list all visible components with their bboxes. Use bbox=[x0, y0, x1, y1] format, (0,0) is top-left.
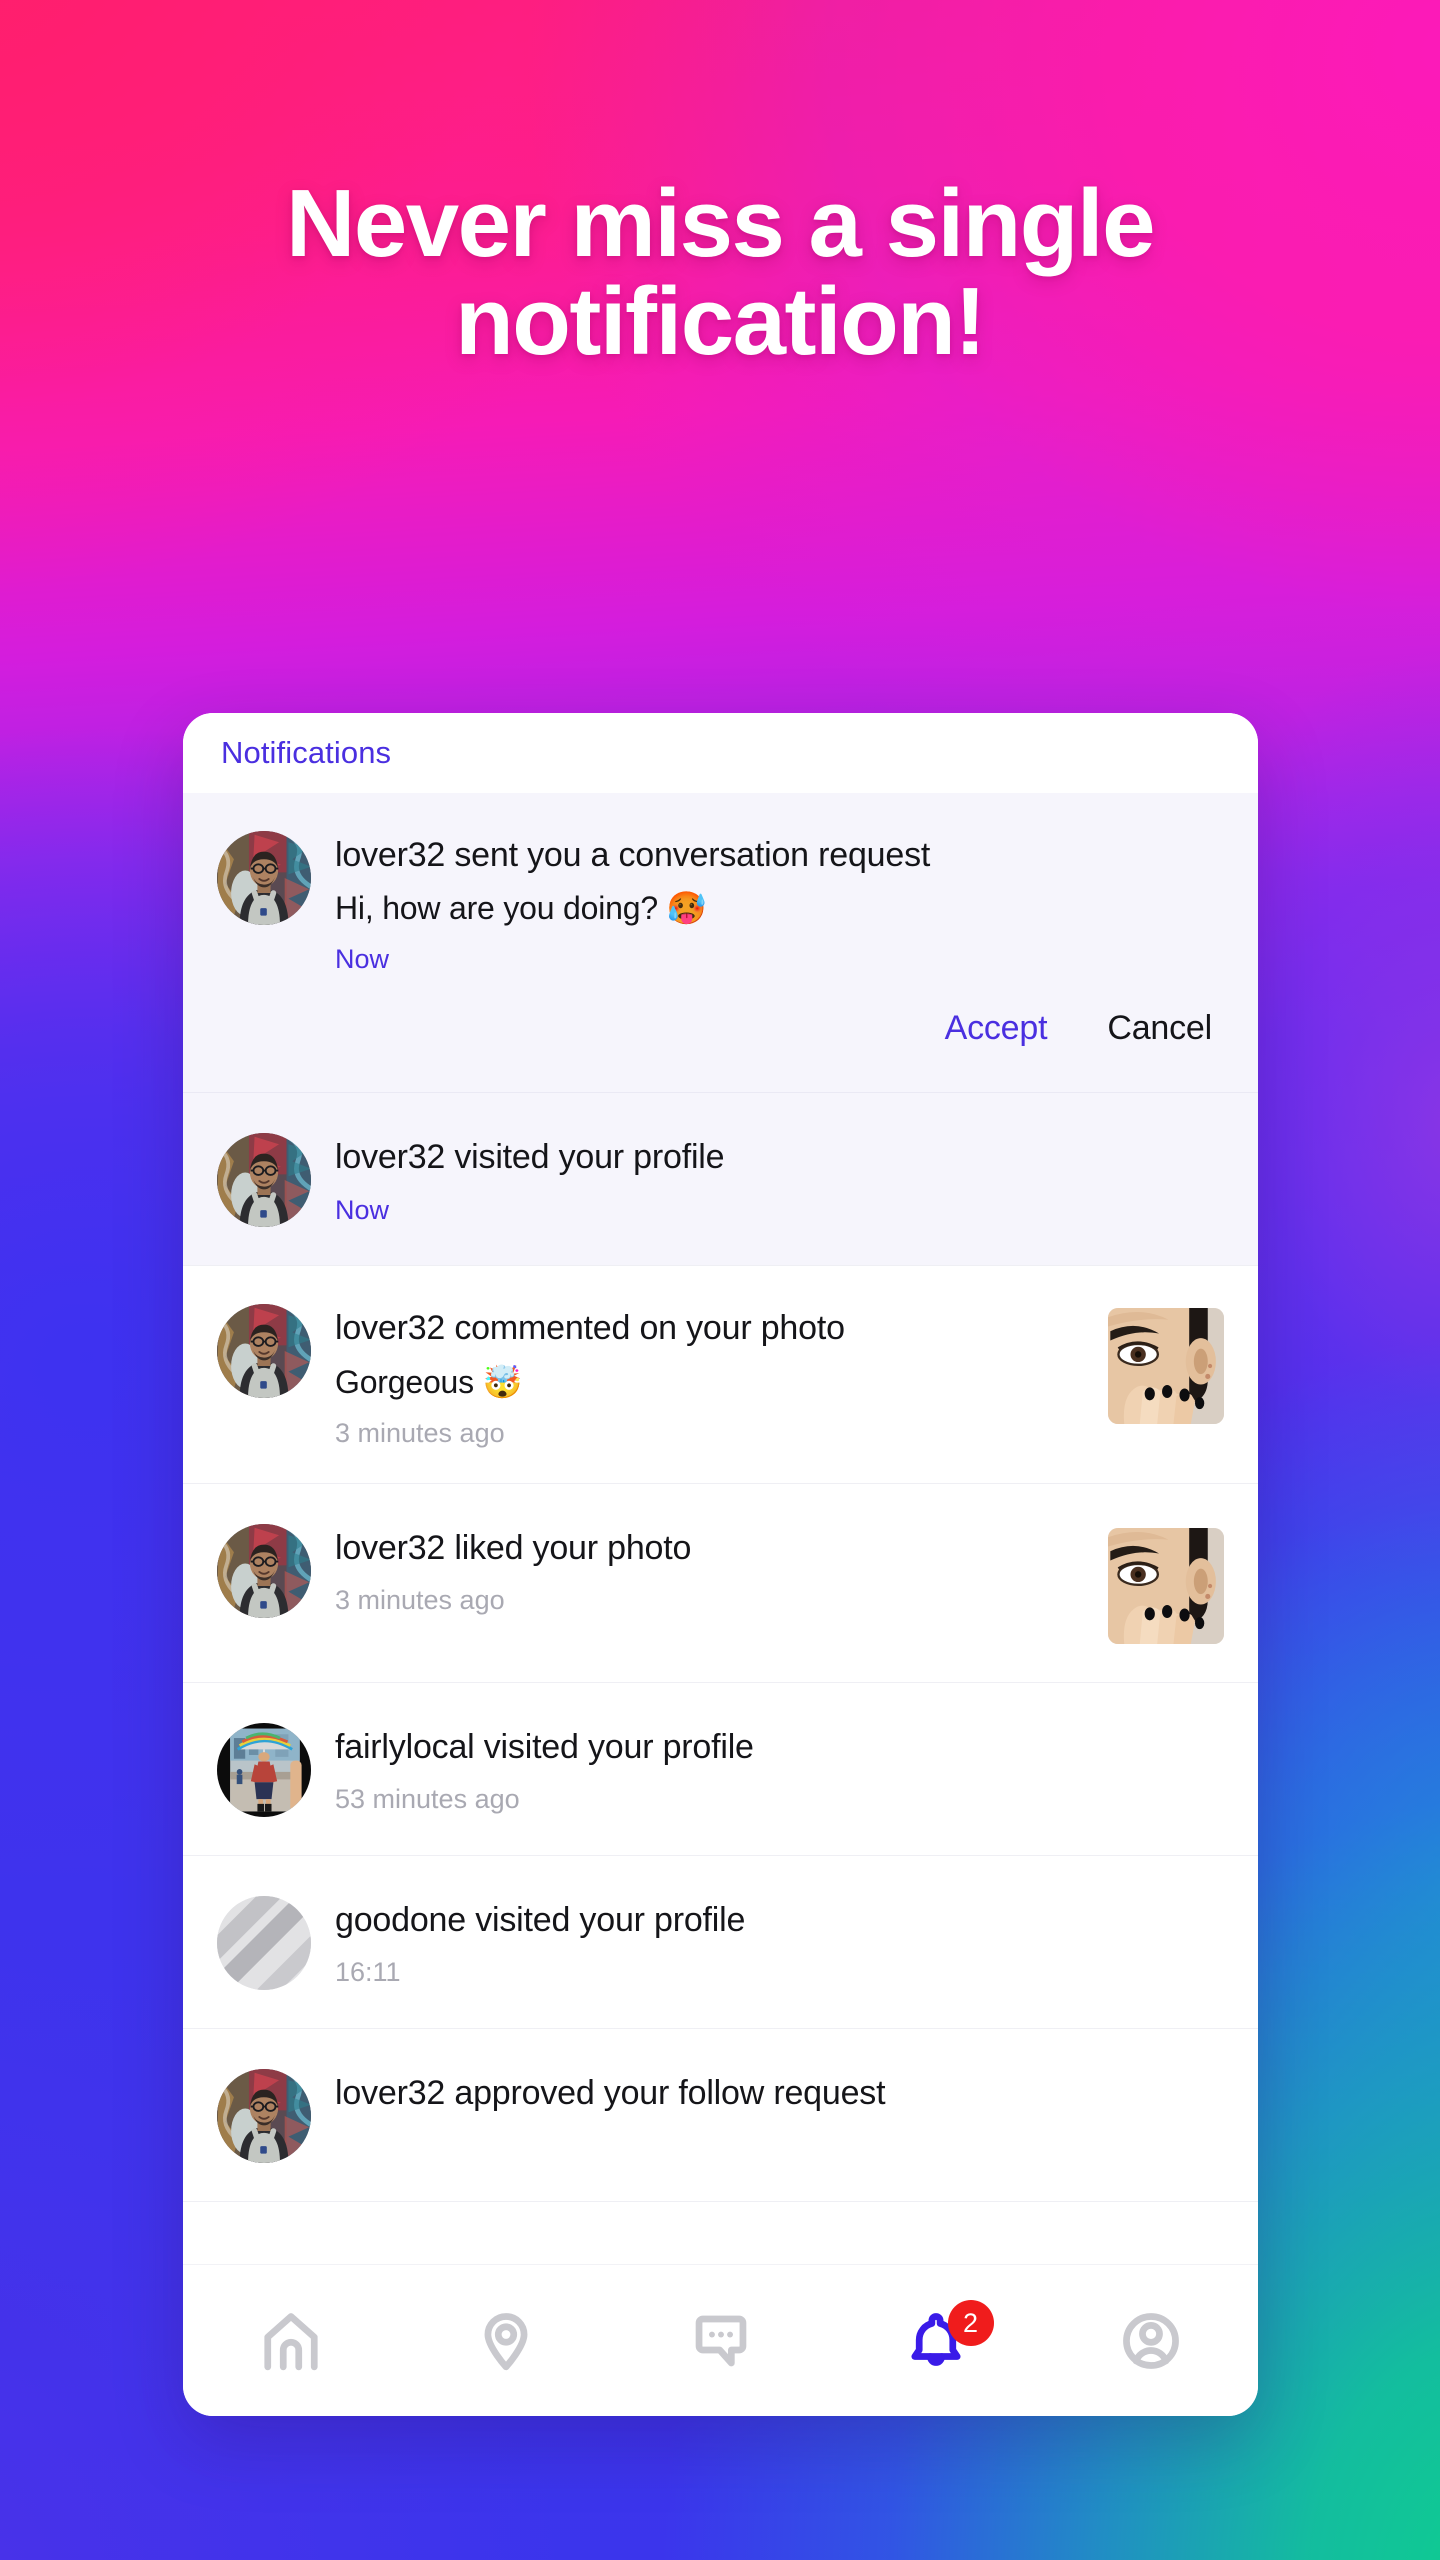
notification-row[interactable]: lover32 commented on your photo Gorgeous … bbox=[183, 1266, 1258, 1484]
notification-row[interactable]: lover32 sent you a conversation request H… bbox=[183, 793, 1258, 1010]
nav-item-home[interactable] bbox=[183, 2265, 398, 2416]
notification-list[interactable]: lover32 sent you a conversation request H… bbox=[183, 793, 1258, 2264]
notification-body: lover32 commented on your photo Gorgeous … bbox=[335, 1302, 1088, 1448]
notification-body: lover32 sent you a conversation request H… bbox=[335, 829, 1224, 975]
nav-item-nearby[interactable] bbox=[398, 2265, 613, 2416]
notification-item[interactable]: lover32 commented on your photo Gorgeous … bbox=[183, 1266, 1258, 1484]
notification-item[interactable]: lover32 approved your follow request bbox=[183, 2028, 1258, 2202]
request-actions: Accept Cancel bbox=[183, 1003, 1258, 1092]
avatar[interactable] bbox=[217, 1133, 311, 1228]
nav-item-notifications[interactable]: 2 bbox=[828, 2265, 1043, 2416]
notifications-card: Notifications lover32 sent you a convers… bbox=[183, 713, 1258, 2416]
notification-item[interactable]: lover32 visited your profile Now bbox=[183, 1093, 1258, 1267]
notification-body: lover32 visited your profile Now bbox=[335, 1131, 1224, 1225]
notification-body: goodone visited your profile 16:11 bbox=[335, 1894, 1224, 1988]
card-header-title: Notifications bbox=[221, 735, 392, 770]
notification-item[interactable]: lover32 liked your photo 3 minutes ago bbox=[183, 1483, 1258, 1683]
accept-button[interactable]: Accept bbox=[943, 1003, 1050, 1054]
notification-body: lover32 liked your photo 3 minutes ago bbox=[335, 1522, 1088, 1616]
avatar[interactable] bbox=[217, 831, 311, 925]
nav-item-profile[interactable] bbox=[1043, 2265, 1258, 2416]
notification-timestamp: 3 minutes ago bbox=[335, 1417, 505, 1448]
notification-title: lover32 approved your follow request bbox=[335, 2073, 886, 2112]
location-pin-icon bbox=[475, 2310, 537, 2372]
notification-row[interactable]: fairlylocal visited your profile 53 minut… bbox=[183, 1682, 1258, 1856]
notification-row[interactable]: goodone visited your profile 16:11 bbox=[183, 1855, 1258, 2029]
notification-row[interactable]: lover32 approved your follow request bbox=[183, 2028, 1258, 2202]
avatar[interactable] bbox=[217, 1523, 311, 1618]
notification-body: fairlylocal visited your profile 53 minut… bbox=[335, 1721, 1224, 1815]
home-icon bbox=[260, 2310, 322, 2372]
cancel-button[interactable]: Cancel bbox=[1105, 1003, 1214, 1054]
chat-bubble-icon bbox=[690, 2310, 752, 2372]
notification-timestamp: 3 minutes ago bbox=[335, 1585, 505, 1616]
notification-item[interactable]: lover32 sent you a conversation request H… bbox=[183, 793, 1258, 1094]
notification-title: lover32 visited your profile bbox=[335, 1138, 725, 1177]
notification-title: lover32 commented on your photo bbox=[335, 1309, 845, 1348]
page-title: Never miss a single notification! bbox=[286, 170, 1155, 375]
notification-subtitle: Gorgeous 🤯 bbox=[335, 1363, 523, 1400]
avatar[interactable] bbox=[217, 1895, 311, 1990]
notification-timestamp: 53 minutes ago bbox=[335, 1784, 520, 1815]
notification-title: lover32 sent you a conversation request bbox=[335, 836, 931, 874]
card-header: Notifications bbox=[183, 713, 1258, 793]
notification-title: fairlylocal visited your profile bbox=[335, 1727, 754, 1766]
notification-item[interactable]: goodone visited your profile 16:11 bbox=[183, 1855, 1258, 2029]
user-circle-icon bbox=[1120, 2310, 1182, 2372]
notification-thumbnail[interactable] bbox=[1108, 1527, 1224, 1644]
notification-item[interactable]: fairlylocal visited your profile 53 minut… bbox=[183, 1682, 1258, 1856]
notification-title: lover32 liked your photo bbox=[335, 1528, 692, 1567]
nav-item-messages[interactable] bbox=[613, 2265, 828, 2416]
avatar[interactable] bbox=[217, 1304, 311, 1399]
notification-thumbnail[interactable] bbox=[1108, 1308, 1224, 1425]
avatar[interactable] bbox=[217, 2068, 311, 2163]
notification-body: lover32 approved your follow request bbox=[335, 2067, 1224, 2114]
bottom-navigation-bar: 2 bbox=[183, 2264, 1258, 2416]
notification-timestamp: Now bbox=[335, 1194, 390, 1225]
notification-badge: 2 bbox=[947, 2300, 994, 2346]
avatar[interactable] bbox=[217, 1722, 311, 1817]
notification-row[interactable]: lover32 visited your profile Now bbox=[183, 1093, 1258, 1267]
notification-row[interactable]: lover32 liked your photo 3 minutes ago bbox=[183, 1483, 1258, 1683]
notification-title: goodone visited your profile bbox=[335, 1900, 746, 1939]
notification-timestamp: Now bbox=[335, 944, 390, 975]
notification-timestamp: 16:11 bbox=[335, 1957, 401, 1988]
notification-subtitle: Hi, how are you doing? 🥵 bbox=[335, 890, 707, 927]
